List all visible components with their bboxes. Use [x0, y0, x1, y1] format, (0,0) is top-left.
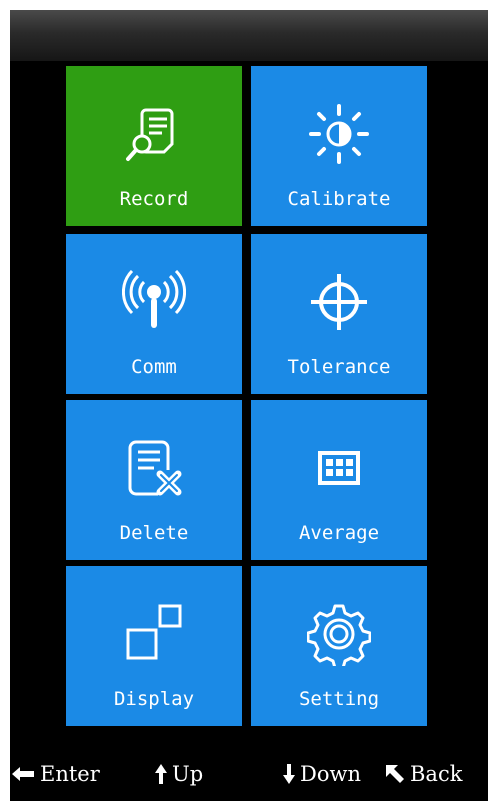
display-label: Display [113, 688, 195, 710]
up-arrow-icon [155, 764, 167, 784]
record-label: Record [119, 188, 189, 210]
brightness-icon [309, 104, 369, 164]
down-hint: Down [282, 762, 361, 786]
delete-label: Delete [119, 522, 189, 544]
tolerance-tile[interactable]: Tolerance [251, 234, 427, 394]
delete-document-icon [128, 440, 182, 496]
average-label: Average [298, 522, 380, 544]
setting-label: Setting [298, 688, 380, 710]
calibrate-tile[interactable]: Calibrate [251, 66, 427, 226]
back-label: Back [410, 762, 463, 786]
enter-label: Enter [40, 762, 100, 786]
calibrate-label: Calibrate [287, 188, 391, 210]
key-hint-bar: Enter Up Down Back [10, 744, 488, 801]
crosshair-icon [311, 274, 367, 330]
display-squares-icon [126, 604, 182, 660]
back-hint: Back [384, 762, 462, 786]
setting-tile[interactable]: Setting [251, 566, 427, 726]
up-label: Up [172, 762, 204, 786]
enter-hint: Enter [10, 762, 100, 786]
up-hint: Up [154, 762, 203, 786]
back-arrow-icon [386, 765, 404, 783]
device-screen: Record Calibrate Comm Tolerance Delete A… [10, 10, 488, 801]
grid-icon [318, 451, 360, 485]
down-arrow-icon [283, 764, 295, 784]
comm-label: Comm [131, 356, 177, 378]
wireless-signal-icon [122, 270, 186, 328]
comm-tile[interactable]: Comm [66, 234, 242, 394]
status-bar [10, 10, 488, 61]
main-menu-grid: Record Calibrate Comm Tolerance Delete A… [66, 66, 427, 734]
delete-tile[interactable]: Delete [66, 400, 242, 560]
average-tile[interactable]: Average [251, 400, 427, 560]
display-tile[interactable]: Display [66, 566, 242, 726]
record-search-icon [126, 108, 174, 161]
record-tile[interactable]: Record [66, 66, 242, 226]
tolerance-label: Tolerance [287, 356, 391, 378]
down-label: Down [300, 762, 361, 786]
gear-icon [307, 604, 371, 666]
enter-arrow-icon [12, 767, 34, 781]
